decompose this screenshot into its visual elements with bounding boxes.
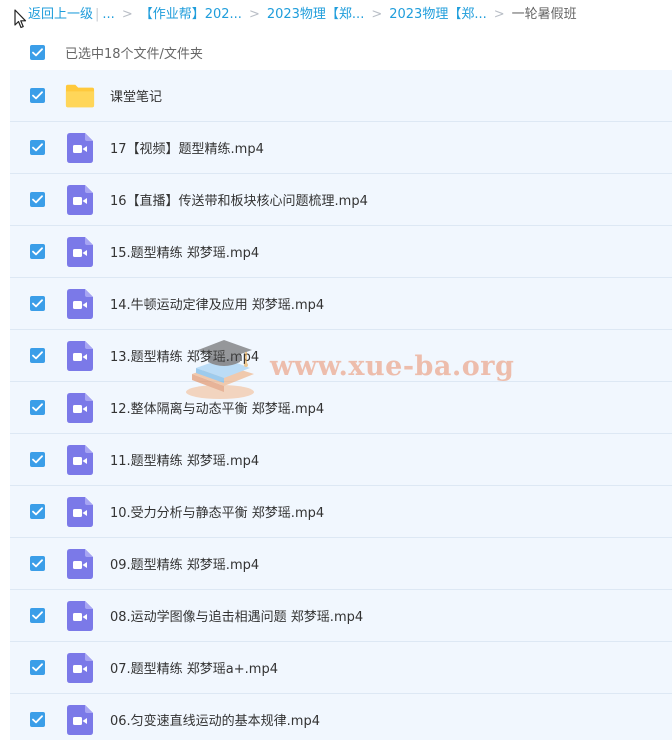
file-row[interactable]: 12.整体隔离与动态平衡 郑梦瑶.mp4 (10, 382, 672, 434)
file-name[interactable]: 06.匀变速直线运动的基本规律.mp4 (110, 710, 320, 729)
checkmark-icon (32, 559, 43, 568)
video-file-icon (67, 652, 93, 683)
breadcrumb-ellipsis[interactable]: ... (102, 7, 114, 22)
file-row[interactable]: 13.题型精练 郑梦瑶.mp4 (10, 330, 672, 382)
breadcrumb-item-3[interactable]: 2023物理【郑... (389, 7, 486, 22)
checkmark-icon (32, 47, 43, 56)
file-name[interactable]: 15.题型精练 郑梦瑶.mp4 (110, 242, 259, 261)
checkmark-icon (32, 143, 43, 152)
row-checkbox[interactable] (30, 244, 45, 259)
checkmark-icon (32, 507, 43, 516)
checkmark-icon (32, 715, 43, 724)
file-name[interactable]: 17【视频】题型精练.mp4 (110, 138, 264, 157)
selection-count-label: 已选中18个文件/文件夹 (65, 46, 203, 62)
file-name[interactable]: 07.题型精练 郑梦瑶a+.mp4 (110, 658, 278, 677)
breadcrumb-item-2[interactable]: 2023物理【郑... (267, 7, 364, 22)
breadcrumb-separator: > (371, 7, 383, 22)
file-browser-page: 返回上一级 |... > 【作业帮】202... >2023物理【郑... >2023物理… (0, 0, 672, 740)
file-name[interactable]: 10.受力分析与静态平衡 郑梦瑶.mp4 (110, 502, 324, 521)
file-name[interactable]: 16【直播】传送带和板块核心问题梳理.mp4 (110, 190, 368, 209)
breadcrumb-item-1[interactable]: 【作业帮】202... (140, 7, 242, 22)
row-checkbox[interactable] (30, 608, 45, 623)
checkmark-icon (32, 91, 43, 100)
file-list: 课堂笔记 17【视频】题型精练.mp4 16【直播】传送带和板块核心问题梳理.m… (10, 70, 672, 740)
video-file-icon (67, 340, 93, 371)
file-name[interactable]: 09.题型精练 郑梦瑶.mp4 (110, 554, 259, 573)
row-checkbox[interactable] (30, 140, 45, 155)
file-row[interactable]: 15.题型精练 郑梦瑶.mp4 (10, 226, 672, 278)
breadcrumb: 返回上一级 |... > 【作业帮】202... >2023物理【郑... >2023物理… (28, 0, 577, 30)
row-checkbox[interactable] (30, 504, 45, 519)
folder-icon (65, 84, 95, 107)
checkmark-icon (32, 403, 43, 412)
file-row[interactable]: 11.题型精练 郑梦瑶.mp4 (10, 434, 672, 486)
video-file-icon (67, 600, 93, 631)
select-all-checkbox[interactable] (30, 44, 45, 60)
file-row[interactable]: 16【直播】传送带和板块核心问题梳理.mp4 (10, 174, 672, 226)
file-name[interactable]: 14.牛顿运动定律及应用 郑梦瑶.mp4 (110, 294, 324, 313)
file-row[interactable]: 07.题型精练 郑梦瑶a+.mp4 (10, 642, 672, 694)
file-name[interactable]: 08.运动学图像与追击相遇问题 郑梦瑶.mp4 (110, 606, 363, 625)
row-checkbox[interactable] (30, 712, 45, 727)
video-file-icon (67, 392, 93, 423)
video-file-icon (67, 132, 93, 163)
file-row-folder[interactable]: 课堂笔记 (10, 70, 672, 122)
breadcrumb-divider: | (95, 7, 100, 22)
row-checkbox[interactable] (30, 660, 45, 675)
video-file-icon (67, 548, 93, 579)
checkmark-icon (32, 611, 43, 620)
file-name[interactable]: 课堂笔记 (110, 86, 162, 105)
checkmark-icon (32, 351, 43, 360)
selection-summary: 已选中18个文件/文件夹 (10, 34, 672, 70)
breadcrumb-separator: > (493, 7, 505, 22)
breadcrumb-separator: > (121, 7, 133, 22)
mouse-cursor-icon (14, 9, 27, 29)
file-name[interactable]: 11.题型精练 郑梦瑶.mp4 (110, 450, 259, 469)
file-name[interactable]: 13.题型精练 郑梦瑶.mp4 (110, 346, 259, 365)
file-row[interactable]: 10.受力分析与静态平衡 郑梦瑶.mp4 (10, 486, 672, 538)
checkmark-icon (32, 247, 43, 256)
breadcrumb-separator: > (248, 7, 260, 22)
checkmark-icon (32, 455, 43, 464)
row-checkbox[interactable] (30, 348, 45, 363)
video-file-icon (67, 288, 93, 319)
breadcrumb-current: 一轮暑假班 (511, 7, 577, 22)
checkmark-icon (32, 299, 43, 308)
row-checkbox[interactable] (30, 296, 45, 311)
video-file-icon (67, 236, 93, 267)
file-name[interactable]: 12.整体隔离与动态平衡 郑梦瑶.mp4 (110, 398, 324, 417)
row-checkbox[interactable] (30, 556, 45, 571)
video-file-icon (67, 704, 93, 735)
row-checkbox[interactable] (30, 88, 45, 103)
video-file-icon (67, 444, 93, 475)
video-file-icon (67, 496, 93, 527)
row-checkbox[interactable] (30, 400, 45, 415)
checkmark-icon (32, 195, 43, 204)
back-link[interactable]: 返回上一级 (28, 7, 93, 22)
file-row[interactable]: 17【视频】题型精练.mp4 (10, 122, 672, 174)
row-checkbox[interactable] (30, 192, 45, 207)
checkmark-icon (32, 663, 43, 672)
file-row[interactable]: 06.匀变速直线运动的基本规律.mp4 (10, 694, 672, 740)
file-row[interactable]: 14.牛顿运动定律及应用 郑梦瑶.mp4 (10, 278, 672, 330)
row-checkbox[interactable] (30, 452, 45, 467)
file-row[interactable]: 08.运动学图像与追击相遇问题 郑梦瑶.mp4 (10, 590, 672, 642)
file-row[interactable]: 09.题型精练 郑梦瑶.mp4 (10, 538, 672, 590)
video-file-icon (67, 184, 93, 215)
